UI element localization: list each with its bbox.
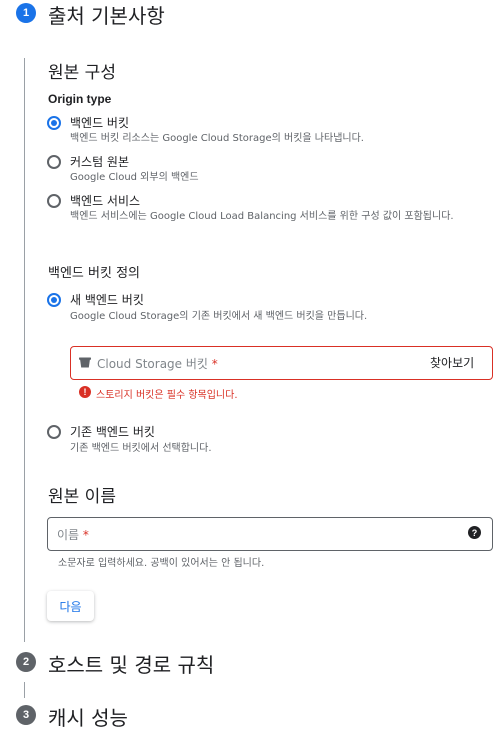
option-existing-bucket-label[interactable]: 기존 백엔드 버킷 [70, 423, 155, 440]
radio-new-backend-bucket[interactable] [47, 293, 61, 307]
browse-button[interactable]: 찾아보기 [430, 354, 474, 371]
origin-name-title: 원본 이름 [48, 487, 116, 507]
option-backend-service-label[interactable]: 백엔드 서비스 [70, 192, 140, 209]
option-custom-origin-label[interactable]: 커스텀 원본 [70, 153, 129, 170]
origin-name-input[interactable] [47, 517, 493, 551]
step-3-number: 3 [16, 705, 36, 725]
radio-backend-bucket[interactable] [47, 116, 61, 130]
stepper-rail-1 [24, 58, 25, 642]
bucket-def-title: 백엔드 버킷 정의 [48, 266, 140, 281]
origin-config-title: 원본 구성 [48, 63, 116, 83]
option-new-bucket-label[interactable]: 새 백엔드 버킷 [70, 291, 144, 308]
origin-type-label: Origin type [48, 92, 112, 106]
help-icon[interactable]: ? [468, 526, 481, 539]
option-new-bucket-desc: Google Cloud Storage의 기존 버킷에서 새 백엔드 버킷을 … [70, 311, 368, 322]
option-backend-bucket-label[interactable]: 백엔드 버킷 [70, 114, 129, 131]
storage-bucket-error: 스토리지 버킷은 필수 항목입니다. [96, 390, 238, 401]
origin-name-placeholder: 이름 * [57, 528, 89, 542]
step-3-title[interactable]: 캐시 성능 [48, 702, 128, 731]
bucket-icon [79, 357, 91, 368]
error-icon: ! [79, 386, 91, 398]
option-existing-bucket-desc: 기존 백엔드 버킷에서 선택합니다. [70, 443, 212, 454]
step-2-title[interactable]: 호스트 및 경로 규칙 [48, 649, 214, 678]
origin-name-hint: 소문자로 입력하세요. 공백이 있어서는 안 됩니다. [58, 558, 265, 569]
option-backend-bucket-desc: 백엔드 버킷 리소스는 Google Cloud Storage의 버킷을 나타… [70, 133, 364, 144]
radio-existing-backend-bucket[interactable] [47, 425, 61, 439]
option-custom-origin-desc: Google Cloud 외부의 백엔드 [70, 172, 199, 183]
stepper-rail-2 [24, 682, 25, 698]
step-1-title[interactable]: 출처 기본사항 [48, 0, 165, 29]
storage-bucket-placeholder: Cloud Storage 버킷 * [97, 357, 218, 371]
step-2-number: 2 [16, 652, 36, 672]
radio-custom-origin[interactable] [47, 155, 61, 169]
radio-backend-service[interactable] [47, 194, 61, 208]
next-button[interactable]: 다음 [47, 591, 94, 621]
option-backend-service-desc: 백엔드 서비스에는 Google Cloud Load Balancing 서비… [70, 211, 454, 222]
step-1-number: 1 [16, 3, 36, 23]
